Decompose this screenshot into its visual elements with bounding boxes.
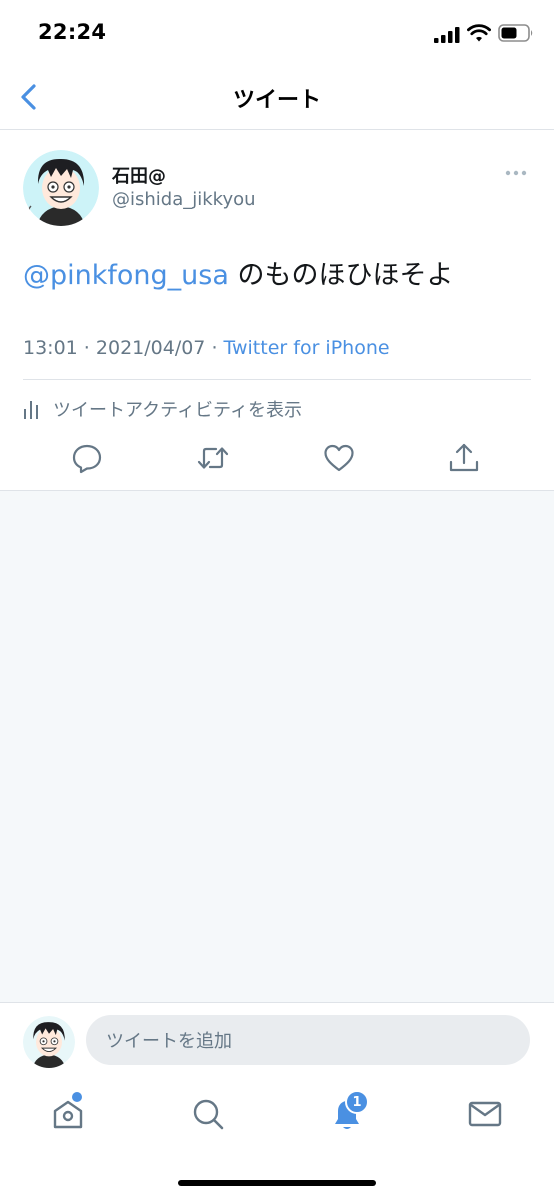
author-handle[interactable]: @ishida_jikkyou — [112, 189, 256, 210]
reply-input[interactable]: ツイートを追加 — [86, 1015, 530, 1065]
tweet-client-link[interactable]: Twitter for iPhone — [224, 337, 390, 359]
meta-separator: · — [205, 337, 224, 359]
tab-notifications[interactable]: 1 — [327, 1090, 369, 1134]
tab-search[interactable] — [188, 1094, 228, 1134]
bar-chart-icon — [24, 401, 38, 419]
cellular-signal-icon — [434, 27, 460, 43]
avatar[interactable] — [23, 1016, 75, 1068]
notification-badge: 1 — [345, 1090, 369, 1114]
retweet-icon — [197, 447, 229, 469]
tweet-meta: 13:01 · 2021/04/07 · Twitter for iPhone — [23, 337, 390, 359]
search-icon — [193, 1099, 224, 1130]
unread-dot — [72, 1092, 82, 1102]
reply-button[interactable] — [70, 441, 104, 475]
tweet-activity-label: ツイートアクティビティを表示 — [53, 400, 302, 421]
like-button[interactable] — [322, 441, 356, 475]
tab-home[interactable] — [48, 1092, 88, 1134]
status-bar: 22:24 — [0, 0, 554, 66]
tweet-activity-link[interactable]: ツイートアクティビティを表示 — [23, 394, 302, 424]
avatar-illustration-icon — [23, 1016, 75, 1068]
status-time: 22:24 — [38, 20, 107, 44]
tweet-detail: 石田@ @ishida_jikkyou @pinkfong_usa のものほひほ… — [0, 131, 554, 491]
page-title: ツイート — [232, 88, 321, 113]
reply-icon — [72, 444, 102, 474]
messages-icon — [468, 1101, 502, 1127]
battery-icon — [498, 24, 533, 42]
meta-separator: · — [77, 337, 96, 359]
mention-link[interactable]: @pinkfong_usa — [23, 260, 229, 291]
divider — [23, 379, 531, 380]
tweet-date: 2021/04/07 — [95, 337, 206, 359]
reply-placeholder: ツイートを追加 — [106, 1031, 232, 1052]
replies-area — [0, 491, 554, 1003]
nav-bar: ツイート — [0, 66, 554, 130]
like-icon — [324, 444, 354, 472]
tweet-text: @pinkfong_usa のものほひほそよ — [23, 258, 453, 294]
wifi-icon — [467, 24, 491, 42]
retweet-button[interactable] — [196, 441, 230, 475]
avatar-illustration-icon — [23, 150, 99, 226]
home-indicator — [178, 1180, 376, 1186]
more-options-icon[interactable] — [504, 167, 528, 179]
tab-messages[interactable] — [465, 1094, 505, 1134]
tweet-time: 13:01 — [23, 337, 78, 359]
home-icon — [53, 1100, 83, 1129]
share-button[interactable] — [447, 441, 481, 475]
tweet-body: のものほひほそよ — [228, 260, 454, 291]
avatar[interactable] — [23, 150, 99, 226]
reply-bar: ツイートを追加 — [0, 1004, 554, 1076]
share-icon — [449, 443, 479, 472]
author-display-name[interactable]: 石田@ — [112, 162, 166, 188]
